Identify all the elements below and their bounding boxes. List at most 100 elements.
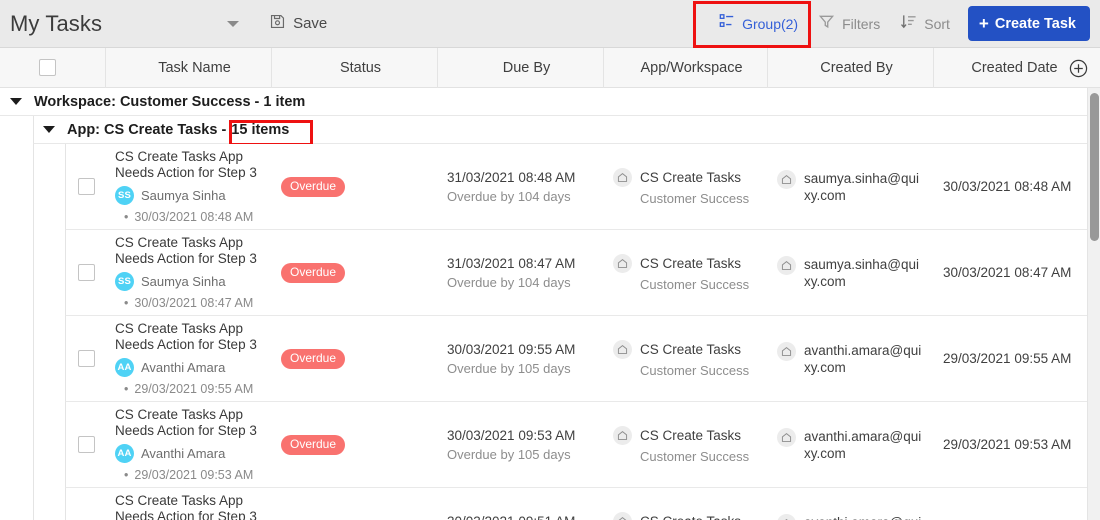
task-title-line1: CS Create Tasks App xyxy=(115,493,244,508)
due-by-date: 31/03/2021 08:48 AM xyxy=(447,169,576,185)
task-list-app: My Tasks Save Group(2) Filters Sort + Cr… xyxy=(0,0,1100,520)
checkbox-icon[interactable] xyxy=(78,264,95,281)
workspace-name: Customer Success xyxy=(640,190,750,206)
home-icon xyxy=(613,511,632,520)
created-date-cell: 29/03/2021 09:55 AM xyxy=(931,316,1081,401)
created-by-email: avanthi.amara@quixy.com xyxy=(804,514,922,520)
chevron-down-icon[interactable] xyxy=(227,20,240,27)
avatar: SS xyxy=(115,186,134,205)
home-icon xyxy=(613,425,632,445)
table-column-header: Task Name Status Due By App/Workspace Cr… xyxy=(0,47,1100,88)
page-title: My Tasks xyxy=(10,10,103,36)
row-select-cell xyxy=(66,316,107,401)
home-icon xyxy=(613,253,632,273)
group-list-icon xyxy=(719,13,735,34)
select-all-cell xyxy=(0,48,105,88)
vertical-scrollbar[interactable] xyxy=(1087,88,1100,520)
task-timestamp: 29/03/2021 09:53 AM xyxy=(115,468,269,482)
save-button[interactable]: Save xyxy=(269,13,327,35)
created-by-cell: saumya.sinha@quixy.com xyxy=(765,230,931,315)
checkbox-icon[interactable] xyxy=(39,59,56,76)
due-by-cell: 30/03/2021 09:55 AM Overdue by 105 days xyxy=(435,316,601,401)
created-by-line: avanthi.amara@quixy.com xyxy=(777,341,931,376)
app-workspace-cell: CS Create Tasks Customer Success xyxy=(601,316,765,401)
column-header-due-by[interactable]: Due By xyxy=(437,47,603,88)
task-name-cell: CS Create Tasks App Needs Action for Ste… xyxy=(107,316,269,401)
group-row-workspace[interactable]: Workspace: Customer Success - 1 item xyxy=(0,88,1100,116)
task-timestamp: 30/03/2021 08:47 AM xyxy=(115,296,269,310)
sort-label: Sort xyxy=(924,15,950,32)
overdue-note: Overdue by 104 days xyxy=(447,188,571,204)
filters-button[interactable]: Filters xyxy=(808,7,890,41)
column-header-status[interactable]: Status xyxy=(271,47,437,88)
app-group-items-count: 15 items xyxy=(231,121,290,138)
workspace-name: Customer Success xyxy=(640,362,750,378)
created-date-cell: 29/03/2021 09:51 AM xyxy=(931,488,1081,520)
workspace-name: Customer Success xyxy=(640,448,750,464)
task-title-line2: Needs Action for Step 3 xyxy=(115,423,257,438)
status-cell: Overdue xyxy=(269,144,435,229)
created-date-cell: 29/03/2021 09:53 AM xyxy=(931,402,1081,487)
sort-button[interactable]: Sort xyxy=(890,7,960,41)
overdue-note: Overdue by 105 days xyxy=(447,446,571,462)
plus-circle-icon[interactable] xyxy=(1069,59,1088,78)
floppy-disk-icon xyxy=(269,13,286,35)
caret-down-icon[interactable] xyxy=(43,126,55,133)
created-by-email: saumya.sinha@quixy.com xyxy=(804,170,920,203)
created-by-line: avanthi.amara@quixy.com xyxy=(777,513,931,520)
task-name-cell: CS Create Tasks App Needs Action for Ste… xyxy=(107,230,269,315)
row-select-cell xyxy=(66,144,107,229)
task-timestamp: 30/03/2021 08:48 AM xyxy=(115,210,269,224)
app-name: CS Create Tasks xyxy=(640,341,742,357)
app-line: CS Create Tasks xyxy=(613,511,765,520)
app-name: CS Create Tasks xyxy=(640,514,741,520)
created-by-cell: saumya.sinha@quixy.com xyxy=(765,144,931,229)
created-by-line: saumya.sinha@quixy.com xyxy=(777,169,931,204)
create-task-button[interactable]: + Create Task xyxy=(967,6,1090,41)
workspace-group-label: Workspace: Customer Success - 1 item xyxy=(34,93,306,110)
group-button[interactable]: Group(2) xyxy=(709,7,808,40)
funnel-icon xyxy=(818,13,835,35)
table-row-5[interactable]: CS Create Tasks App Needs Action for Ste… xyxy=(65,488,1100,520)
checkbox-icon[interactable] xyxy=(78,178,95,195)
app-line: CS Create Tasks xyxy=(613,253,765,273)
app-name: CS Create Tasks xyxy=(640,169,742,185)
task-owner: AA Avanthi Amara xyxy=(115,358,269,377)
table-row-2[interactable]: CS Create Tasks App Needs Action for Ste… xyxy=(65,230,1100,316)
task-owner: SS Saumya Sinha xyxy=(115,272,269,291)
checkbox-icon[interactable] xyxy=(78,436,95,453)
avatar: SS xyxy=(115,272,134,291)
caret-down-icon[interactable] xyxy=(10,98,22,105)
status-badge: Overdue xyxy=(281,262,346,283)
task-title-line1: CS Create Tasks App xyxy=(115,321,244,336)
created-by-line: saumya.sinha@quixy.com xyxy=(777,255,931,290)
home-icon xyxy=(777,427,796,447)
app-line: CS Create Tasks xyxy=(613,167,765,187)
due-by-date: 31/03/2021 08:47 AM xyxy=(447,255,576,271)
task-rows-container: CS Create Tasks App Needs Action for Ste… xyxy=(33,144,1100,520)
table-row-3[interactable]: CS Create Tasks App Needs Action for Ste… xyxy=(65,316,1100,402)
workspace-name: Customer Success xyxy=(640,276,750,292)
column-header-task-name[interactable]: Task Name xyxy=(105,47,271,88)
task-title-line2: Needs Action for Step 3 xyxy=(115,337,257,352)
column-header-created-by[interactable]: Created By xyxy=(767,47,933,88)
home-icon xyxy=(777,169,796,189)
task-title-line2: Needs Action for Step 3 xyxy=(115,509,257,520)
owner-name: Saumya Sinha xyxy=(141,274,226,289)
column-header-app-workspace[interactable]: App/Workspace xyxy=(603,47,767,88)
created-by-email: avanthi.amara@quixy.com xyxy=(804,342,922,375)
group-row-app[interactable]: App: CS Create Tasks - 15 items xyxy=(33,116,1100,144)
scrollbar-thumb[interactable] xyxy=(1090,93,1099,241)
task-owner: SS Saumya Sinha xyxy=(115,186,269,205)
plus-icon: + xyxy=(978,14,989,33)
checkbox-icon[interactable] xyxy=(78,350,95,367)
table-row-1[interactable]: CS Create Tasks App Needs Action for Ste… xyxy=(65,144,1100,230)
table-row-4[interactable]: CS Create Tasks App Needs Action for Ste… xyxy=(65,402,1100,488)
due-by-date: 30/03/2021 09:53 AM xyxy=(447,427,576,443)
app-line: CS Create Tasks xyxy=(613,425,765,445)
due-by-cell: 31/03/2021 08:48 AM Overdue by 104 days xyxy=(435,144,601,229)
app-workspace-cell: CS Create Tasks Customer Success xyxy=(601,402,765,487)
app-workspace-cell: CS Create Tasks Customer Success xyxy=(601,144,765,229)
task-title-line1: CS Create Tasks App xyxy=(115,149,244,164)
column-header-created-date[interactable]: Created Date xyxy=(933,47,1083,88)
